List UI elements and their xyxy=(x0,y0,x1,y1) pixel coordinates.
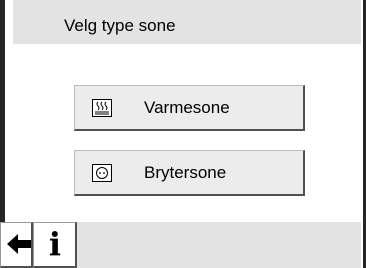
header-bar: Velg type sone xyxy=(13,0,361,44)
back-button[interactable] xyxy=(0,222,33,268)
switch-icon xyxy=(92,164,112,182)
arrow-left-icon xyxy=(7,234,31,254)
heat-zone-label: Varmesone xyxy=(144,98,230,117)
page-title: Velg type sone xyxy=(64,16,176,35)
info-button[interactable]: i xyxy=(33,222,77,268)
screen: Velg type sone Varmesone Brytersone i xyxy=(0,0,361,268)
switch-zone-button[interactable]: Brytersone xyxy=(74,150,305,196)
info-icon: i xyxy=(48,225,62,263)
heat-icon xyxy=(92,99,112,117)
switch-zone-label: Brytersone xyxy=(144,163,227,182)
heat-zone-button[interactable]: Varmesone xyxy=(74,85,305,131)
footer-bar: i xyxy=(0,222,361,268)
